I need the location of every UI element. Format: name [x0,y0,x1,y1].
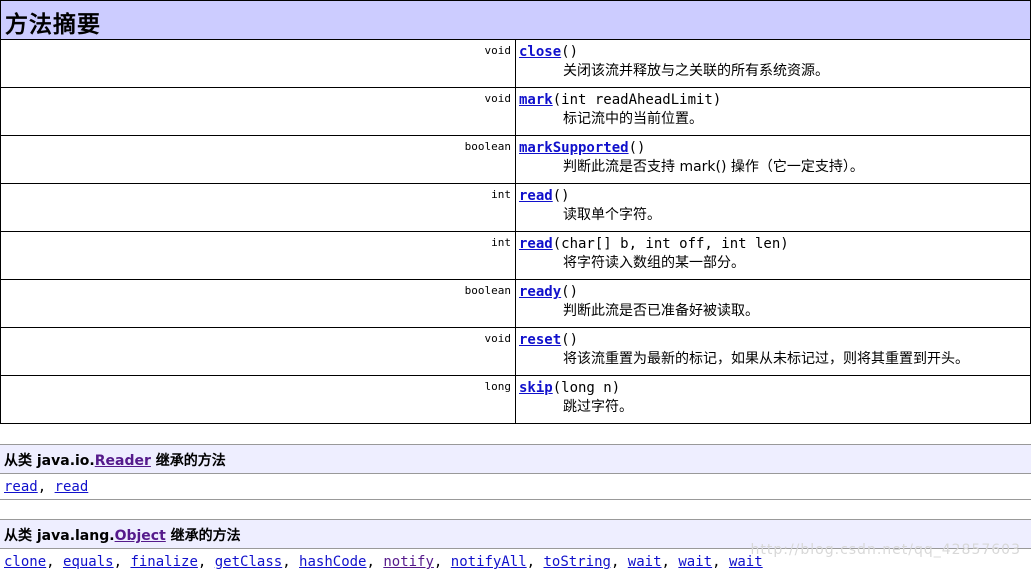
inherited-method-link[interactable]: wait [729,554,763,570]
method-signature: read() [519,187,1030,205]
inherited-method-link[interactable]: clone [4,554,46,570]
inherited-method-link[interactable]: read [55,479,89,495]
inherited-method-link[interactable]: wait [628,554,662,570]
reader-class-link[interactable]: Reader [95,453,151,469]
inherited-reader-header: 从类 java.io.Reader 继承的方法 [0,444,1031,474]
method-row: void close() 关闭该流并释放与之关联的所有系统资源。 [0,39,1031,88]
method-row: int read() 读取单个字符。 [0,183,1031,232]
method-summary-table: 方法摘要 void close() 关闭该流并释放与之关联的所有系统资源。 vo… [0,0,1031,424]
method-summary-title: 方法摘要 [0,0,1031,40]
method-description: 判断此流是否已准备好被读取。 [563,303,759,319]
method-row: long skip(long n) 跳过字符。 [0,375,1031,424]
method-link-mark-supported[interactable]: markSupported [519,140,629,156]
method-params: () [561,44,579,60]
return-type: boolean [0,279,516,328]
inherited-object-methods: clone, equals, finalize, getClass, hashC… [4,554,763,570]
method-cell: close() 关闭该流并释放与之关联的所有系统资源。 [515,39,1031,88]
return-type: void [0,327,516,376]
inherited-method-link[interactable]: notifyAll [451,554,527,570]
method-row: void reset() 将该流重置为最新的标记，如果从未标记过，则将其重置到开… [0,327,1031,376]
inherited-object-header: 从类 java.lang.Object 继承的方法 [0,519,1031,549]
inherited-method-link[interactable]: wait [678,554,712,570]
method-description: 将字符读入数组的某一部分。 [563,255,745,271]
method-params: () [561,332,579,348]
method-params: () [552,188,570,204]
method-params: (long n) [552,380,621,396]
method-cell: reset() 将该流重置为最新的标记，如果从未标记过，则将其重置到开头。 [515,327,1031,376]
method-signature: markSupported() [519,139,1030,157]
return-type: boolean [0,135,516,184]
method-description: 跳过字符。 [563,399,633,415]
return-type: int [0,231,516,280]
method-signature: skip(long n) [519,379,1030,397]
method-params: () [561,284,579,300]
method-description: 关闭该流并释放与之关联的所有系统资源。 [563,63,829,79]
method-row: boolean ready() 判断此流是否已准备好被读取。 [0,279,1031,328]
return-type: long [0,375,516,424]
method-row: int read(char[] b, int off, int len) 将字符… [0,231,1031,280]
method-cell: read() 读取单个字符。 [515,183,1031,232]
method-signature: reset() [519,331,1030,349]
method-link-ready[interactable]: ready [519,284,561,300]
summary-header-row: 方法摘要 [0,0,1031,40]
method-link-mark[interactable]: mark [519,92,553,108]
method-cell: ready() 判断此流是否已准备好被读取。 [515,279,1031,328]
object-class-link[interactable]: Object [115,528,166,544]
inherited-reader-methods: read, read [4,479,89,495]
inherited-header-suffix: 继承的方法 [165,528,241,544]
method-signature: close() [519,43,1030,61]
method-description: 读取单个字符。 [563,207,661,223]
method-link-read[interactable]: read [519,188,553,204]
method-cell: mark(int readAheadLimit) 标记流中的当前位置。 [515,87,1031,136]
inherited-method-link[interactable]: getClass [215,554,282,570]
inherited-header-prefix: 从类 java.io. [4,453,95,469]
method-params: (int readAheadLimit) [552,92,722,108]
method-link-skip[interactable]: skip [519,380,553,396]
inherited-method-link[interactable]: finalize [130,554,197,570]
method-cell: read(char[] b, int off, int len) 将字符读入数组… [515,231,1031,280]
method-params: () [628,140,646,156]
method-description: 判断此流是否支持 mark() 操作（它一定支持）。 [563,159,864,175]
method-signature: mark(int readAheadLimit) [519,91,1030,109]
method-row: void mark(int readAheadLimit) 标记流中的当前位置。 [0,87,1031,136]
method-params: (char[] b, int off, int len) [552,236,789,252]
method-link-close[interactable]: close [519,44,561,60]
method-cell: skip(long n) 跳过字符。 [515,375,1031,424]
method-link-read-array[interactable]: read [519,236,553,252]
return-type: void [0,39,516,88]
inherited-method-link[interactable]: read [4,479,38,495]
method-cell: markSupported() 判断此流是否支持 mark() 操作（它一定支持… [515,135,1031,184]
inherited-header-prefix: 从类 java.lang. [4,528,115,544]
inherited-method-link[interactable]: hashCode [299,554,366,570]
method-signature: ready() [519,283,1030,301]
divider [0,499,1031,500]
method-signature: read(char[] b, int off, int len) [519,235,1030,253]
method-row: boolean markSupported() 判断此流是否支持 mark() … [0,135,1031,184]
return-type: int [0,183,516,232]
method-link-reset[interactable]: reset [519,332,561,348]
method-description: 标记流中的当前位置。 [563,111,703,127]
return-type: void [0,87,516,136]
inherited-method-link[interactable]: equals [63,554,114,570]
inherited-method-link[interactable]: toString [544,554,611,570]
inherited-method-link[interactable]: notify [383,554,434,570]
method-description: 将该流重置为最新的标记，如果从未标记过，则将其重置到开头。 [563,351,969,367]
inherited-header-suffix: 继承的方法 [150,453,226,469]
